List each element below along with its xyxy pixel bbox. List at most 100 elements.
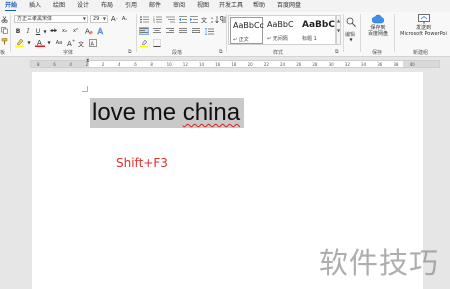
italic-button[interactable]: I bbox=[24, 27, 32, 35]
cut-icon[interactable] bbox=[0, 15, 9, 23]
style-heading-1-name: 标题 1 bbox=[302, 36, 317, 42]
styles-dialog-launcher-icon[interactable]: ⧉ bbox=[335, 49, 339, 55]
tab-home[interactable]: 开始 bbox=[5, 1, 17, 10]
clear-formatting-button[interactable]: A bbox=[84, 27, 93, 35]
ruler-tick-label: 38 bbox=[393, 62, 399, 67]
style-normal[interactable]: AaBbCc ↵ 正文 bbox=[230, 17, 264, 44]
style-no-spacing[interactable]: AaBbC ↵ 无间隔 bbox=[265, 17, 298, 44]
strikethrough-button[interactable]: ab bbox=[49, 27, 58, 35]
chinese-layout-icon[interactable]: 文 bbox=[200, 15, 209, 23]
margin-corner-mark bbox=[82, 86, 88, 92]
tab-help[interactable]: 帮助 bbox=[253, 1, 265, 10]
shortcut-annotation: Shift+F3 bbox=[116, 156, 168, 170]
phonetic-guide-icon[interactable]: 文 bbox=[77, 38, 86, 47]
highlight-color-button[interactable] bbox=[14, 38, 26, 47]
tab-review[interactable]: 审阅 bbox=[173, 1, 185, 10]
ruler-tick-label: 40 bbox=[409, 62, 415, 67]
ruler-tick-label: 8 bbox=[150, 62, 153, 67]
chevron-down-icon[interactable]: ▼ bbox=[348, 37, 354, 42]
tab-design[interactable]: 设计 bbox=[77, 1, 89, 10]
tab-developer[interactable]: 开发工具 bbox=[219, 1, 243, 10]
grow-font-button[interactable]: A ^ bbox=[110, 15, 119, 23]
indent-marker-icon[interactable]: ⧗ bbox=[86, 58, 90, 64]
font-grow-alt-icon[interactable]: A + bbox=[66, 38, 75, 47]
align-left-button[interactable] bbox=[139, 27, 149, 35]
increase-indent-icon[interactable] bbox=[189, 15, 198, 23]
bullets-icon[interactable] bbox=[139, 15, 149, 23]
tab-view[interactable]: 视图 bbox=[197, 1, 209, 10]
justify-button[interactable] bbox=[178, 27, 188, 35]
ruler-tick-label: 2 bbox=[101, 62, 105, 67]
style-normal-name: ↵ 正文 bbox=[233, 37, 249, 43]
svg-text:A: A bbox=[90, 41, 94, 47]
tab-references[interactable]: 引用 bbox=[125, 1, 137, 10]
tab-baidu-netdisk[interactable]: 百度网盘 bbox=[277, 1, 301, 10]
bold-button[interactable]: B bbox=[14, 27, 22, 35]
spellcheck-word: china bbox=[182, 99, 241, 126]
save-to-baidu-button[interactable]: 保存到 百度网盘 bbox=[364, 14, 392, 46]
selected-text[interactable]: love me china bbox=[90, 98, 245, 128]
borders-icon[interactable] bbox=[152, 38, 162, 47]
group-divider bbox=[394, 14, 395, 52]
chevron-down-icon[interactable]: ▼ bbox=[47, 38, 51, 47]
ruler-tick-label: 26 bbox=[296, 62, 302, 67]
ruler-tick-label: 4 bbox=[69, 62, 72, 67]
style-heading-1-sample: AaBbC bbox=[302, 20, 335, 30]
active-tab-indicator bbox=[5, 10, 16, 11]
copy-icon[interactable] bbox=[0, 26, 9, 34]
paragraph-dialog-launcher-icon[interactable]: ⧉ bbox=[219, 49, 223, 55]
send-to-powerpoint-line2: Microsoft PowerPoi bbox=[400, 31, 447, 37]
enclose-characters-icon[interactable]: A bbox=[88, 38, 97, 47]
watermark: 软件技巧 bbox=[319, 246, 440, 280]
line-spacing-icon[interactable] bbox=[204, 27, 214, 35]
horizontal-ruler[interactable]: 8 6 4 2 2 4 6 8 10 12 14 16 18 20 22 24 26 28 30 32 34 36 38 40 bbox=[30, 60, 440, 68]
group-divider bbox=[136, 14, 137, 52]
ruler-tick-label: 8 bbox=[37, 62, 40, 67]
styles-gallery-scroll[interactable]: ▲ ▼ bbox=[336, 15, 341, 45]
tab-mailings[interactable]: 邮件 bbox=[149, 1, 161, 10]
shading-icon[interactable] bbox=[139, 38, 149, 47]
tab-insert[interactable]: 插入 bbox=[29, 1, 41, 10]
find-search-icon[interactable] bbox=[345, 15, 357, 28]
font-color-button[interactable]: A bbox=[34, 38, 46, 47]
underline-button[interactable]: U bbox=[34, 27, 42, 35]
chevron-down-icon[interactable]: ▼ bbox=[27, 38, 31, 47]
align-center-button[interactable] bbox=[152, 27, 162, 35]
ruler-area: 8 6 4 2 2 4 6 8 10 12 14 16 18 20 22 24 26 28 30 32 34 36 38 40… bbox=[0, 57, 450, 71]
ribbon-tab-bar: 开始 插入 绘图 设计 布局 引用 邮件 审阅 视图 开发工具 帮助 百度网盘 bbox=[0, 0, 450, 12]
numbering-icon[interactable]: 123 bbox=[152, 15, 162, 23]
shrink-font-button[interactable]: Av bbox=[120, 15, 129, 23]
style-normal-sample: AaBbCc bbox=[233, 21, 264, 30]
align-right-button[interactable] bbox=[165, 27, 175, 35]
clipboard-group-label: 板 bbox=[0, 50, 6, 56]
text-effects-button[interactable]: A bbox=[96, 27, 105, 35]
chevron-down-icon: ▼ bbox=[102, 16, 106, 21]
ruler-tick-label: 4 bbox=[118, 62, 121, 67]
sort-icon[interactable]: AZ bbox=[210, 15, 219, 23]
cloud-icon bbox=[372, 14, 384, 24]
presentation-icon bbox=[417, 14, 430, 24]
style-heading-1[interactable]: AaBbC 标题 1 bbox=[300, 17, 335, 44]
svg-text:3: 3 bbox=[153, 20, 155, 23]
tab-draw[interactable]: 绘图 bbox=[53, 1, 65, 10]
format-painter-icon[interactable] bbox=[0, 37, 9, 45]
chevron-down-icon: ▼ bbox=[82, 16, 86, 21]
send-to-powerpoint-button[interactable]: 发送到 Microsoft PowerPoi bbox=[397, 14, 450, 46]
ruler-tick-label: 12 bbox=[182, 62, 188, 67]
font-dialog-launcher-icon[interactable]: ⧉ bbox=[128, 49, 132, 55]
multilevel-list-icon[interactable] bbox=[165, 15, 175, 23]
distributed-align-button[interactable] bbox=[191, 27, 201, 35]
chevron-down-icon[interactable]: ▼ bbox=[43, 27, 47, 35]
ruler-tick-label: 18 bbox=[231, 62, 237, 67]
font-name-select[interactable]: 方正三孝黑宋体 ▼ bbox=[14, 15, 88, 23]
font-size-select[interactable]: 29 ▼ bbox=[90, 15, 108, 23]
ruler-tick-label: 22 bbox=[263, 62, 269, 67]
tab-layout[interactable]: 布局 bbox=[101, 1, 113, 10]
superscript-button[interactable]: x² bbox=[71, 27, 80, 35]
ruler-tick-label: 6 bbox=[134, 62, 137, 67]
svg-text:+: + bbox=[72, 39, 75, 43]
decrease-indent-icon[interactable] bbox=[178, 15, 187, 23]
change-case-button[interactable]: Aa bbox=[54, 38, 64, 47]
style-no-spacing-sample: AaBbC bbox=[267, 20, 294, 29]
subscript-button[interactable]: x₂ bbox=[60, 27, 69, 35]
